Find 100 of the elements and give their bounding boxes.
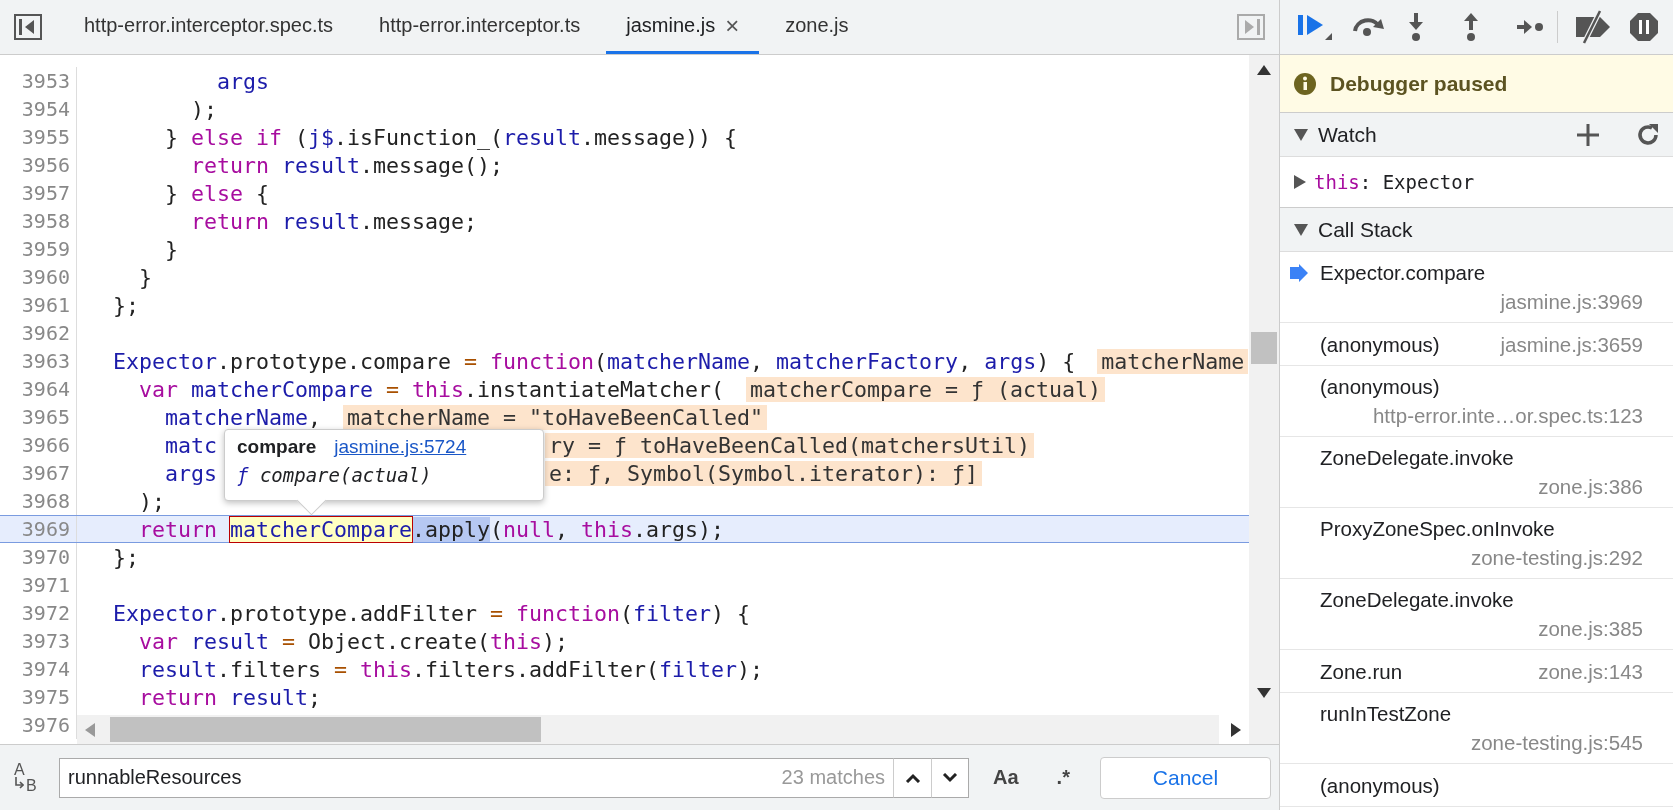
call-frame[interactable]: runInTestZone zone-testing.js:545 bbox=[1280, 693, 1673, 764]
code-text: return result; bbox=[138, 684, 322, 710]
source-location: jasmine.js:3969 bbox=[1500, 289, 1643, 315]
inline-value: matcherName bbox=[1097, 348, 1249, 374]
match-case-button[interactable]: Aa bbox=[979, 766, 1033, 789]
vertical-scrollbar[interactable] bbox=[1249, 55, 1279, 744]
line-number: 3955 bbox=[20, 125, 70, 149]
replace-toggle-button[interactable]: A B bbox=[8, 757, 54, 798]
line-number: 3974 bbox=[20, 657, 70, 681]
section-header[interactable]: Call Stack bbox=[1280, 208, 1673, 252]
label-slash-icon bbox=[1574, 10, 1612, 44]
line-number: 3965 bbox=[20, 405, 70, 429]
function-name: (anonymous) bbox=[1320, 772, 1440, 799]
call-frame[interactable]: ProxyZoneSpec.onInvoke zone-testing.js:292 bbox=[1280, 508, 1673, 579]
code-text: return matcherCompare.apply(null, this.args); bbox=[138, 516, 725, 542]
collapsed-triangle-icon[interactable] bbox=[1294, 175, 1306, 189]
line-number: 3960 bbox=[20, 265, 70, 289]
line-number: 3976 bbox=[20, 713, 70, 737]
watch-expression: this: Expector bbox=[1314, 171, 1475, 193]
source-location: zone-testing.js:292 bbox=[1470, 545, 1643, 571]
function-signature: ƒ compare(actual) bbox=[237, 464, 433, 486]
function-name: Expector.compare bbox=[1320, 260, 1486, 286]
step-over-icon bbox=[1351, 15, 1387, 39]
function-name: runInTestZone bbox=[1320, 701, 1452, 727]
step-icon bbox=[1516, 18, 1544, 36]
call-frame[interactable]: Expector.compare jasmine.js:3969 bbox=[1280, 252, 1673, 323]
code-text: args bbox=[164, 460, 217, 486]
line-number: 3969 bbox=[20, 517, 70, 541]
function-name: (anonymous) bbox=[1320, 331, 1440, 358]
code-text: var result = Object.create(this); bbox=[138, 628, 569, 654]
call-frame[interactable]: Zone.run zone.js:143 bbox=[1280, 650, 1673, 693]
code-text: ); bbox=[138, 488, 165, 514]
match-count: 23 matches bbox=[781, 757, 893, 798]
inline-value: ry = ƒ toHaveBeenCalled(matchersUtil) bbox=[545, 432, 1035, 458]
code-text: result.filters = this.filters.addFilter(filter); bbox=[138, 656, 764, 682]
refresh-icon bbox=[1636, 122, 1660, 147]
step-out-icon bbox=[1461, 12, 1481, 42]
popover-title: compare bbox=[237, 436, 317, 458]
line-number: 3975 bbox=[20, 685, 70, 709]
hook-arrow-icon bbox=[14, 776, 24, 789]
source-location: jasmine.js:3659 bbox=[1500, 331, 1643, 358]
search-field[interactable]: runnableResources bbox=[59, 757, 782, 798]
line-number: 3968 bbox=[20, 489, 70, 513]
inline-value: e: ƒ, Symbol(Symbol.iterator): ƒ] bbox=[545, 460, 983, 486]
regex-button[interactable]: .* bbox=[1042, 766, 1084, 789]
line-number: 3970 bbox=[20, 545, 70, 569]
code-text: }; bbox=[112, 292, 139, 318]
section-title: Watch bbox=[1318, 122, 1378, 147]
scroll-up-icon[interactable] bbox=[1257, 65, 1271, 75]
source-location: zone.js:143 bbox=[1538, 658, 1643, 685]
code-text: Expector.prototype.compare = function(matcherName, matcherFactory, args) { bbox=[112, 348, 1076, 374]
expanded-triangle-icon[interactable] bbox=[1294, 223, 1308, 236]
section-header[interactable]: Watch bbox=[1280, 113, 1673, 157]
code-text: } bbox=[164, 236, 178, 262]
scrollbar-thumb[interactable] bbox=[110, 717, 541, 742]
line-number: 3964 bbox=[20, 377, 70, 401]
close-icon[interactable]: × bbox=[725, 13, 740, 38]
function-name: ZoneDelegate.invoke bbox=[1320, 587, 1514, 613]
line-number: 3959 bbox=[20, 237, 70, 261]
code-text: Expector.prototype.addFilter = function(filter) { bbox=[112, 600, 751, 626]
call-frame[interactable]: ZoneDelegate.invoke zone.js:386 bbox=[1280, 437, 1673, 508]
scrollbar-thumb[interactable] bbox=[1251, 332, 1277, 364]
previous-match-button[interactable] bbox=[893, 757, 931, 798]
scroll-right-icon[interactable] bbox=[1231, 722, 1241, 737]
source-location: http-error.inte…or.spec.ts:123 bbox=[1372, 403, 1643, 429]
cancel-button[interactable]: Cancel bbox=[1100, 756, 1271, 799]
call-frame[interactable]: (anonymous) bbox=[1280, 764, 1673, 807]
file-tab[interactable]: http-error.interceptor.spec.ts bbox=[64, 0, 353, 54]
code-text: matc bbox=[164, 432, 217, 458]
step-into-icon bbox=[1406, 12, 1426, 42]
file-tab[interactable]: jasmine.js × bbox=[606, 0, 760, 54]
file-tab[interactable]: http-error.interceptor.ts bbox=[359, 0, 601, 54]
line-number: 3958 bbox=[20, 209, 70, 233]
chevron-down-icon bbox=[942, 772, 958, 783]
code-text: args bbox=[216, 68, 269, 94]
source-location: zone-testing.js:545 bbox=[1470, 730, 1643, 756]
line-number: 3961 bbox=[20, 293, 70, 317]
scroll-down-icon[interactable] bbox=[1257, 688, 1271, 698]
plus-icon bbox=[1577, 123, 1599, 146]
call-frame[interactable]: ZoneDelegate.invoke zone.js:385 bbox=[1280, 579, 1673, 650]
line-number: 3967 bbox=[20, 461, 70, 485]
source-location: zone.js:385 bbox=[1538, 616, 1643, 642]
line-number: 3963 bbox=[20, 349, 70, 373]
expanded-triangle-icon[interactable] bbox=[1294, 128, 1308, 141]
line-number: 3973 bbox=[20, 629, 70, 653]
line-number: 3954 bbox=[20, 97, 70, 121]
code-text: } else if (j$.isFunction_(result.message)) { bbox=[164, 124, 738, 150]
info-icon bbox=[1294, 72, 1316, 95]
source-link[interactable]: jasmine.js:5724 bbox=[334, 436, 467, 458]
call-frame[interactable]: (anonymous) http-error.inte…or.spec.ts:123 bbox=[1280, 366, 1673, 437]
line-number: 3971 bbox=[20, 573, 70, 597]
line-number: 3966 bbox=[20, 433, 70, 457]
file-tab[interactable]: zone.js bbox=[765, 0, 869, 54]
chevron-up-icon bbox=[904, 772, 921, 783]
function-name: ProxyZoneSpec.onInvoke bbox=[1320, 516, 1555, 542]
next-match-button[interactable] bbox=[931, 757, 969, 798]
call-frame[interactable]: (anonymous) jasmine.js:3659 bbox=[1280, 323, 1673, 366]
line-number: 3956 bbox=[20, 153, 70, 177]
code-text: }; bbox=[112, 544, 139, 570]
sidebar-toggle-icon bbox=[1237, 14, 1265, 40]
